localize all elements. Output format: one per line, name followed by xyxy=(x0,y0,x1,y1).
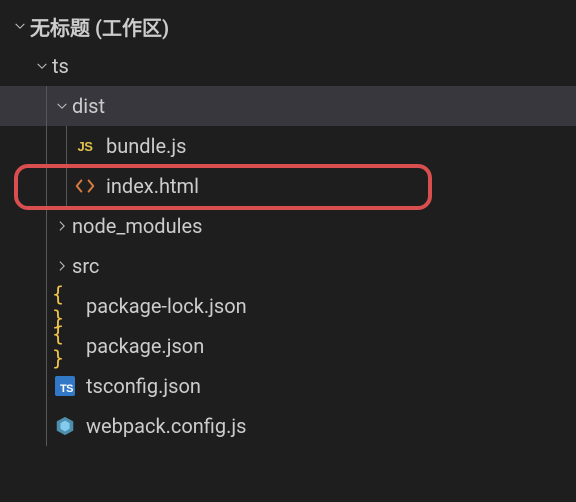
indent-guide xyxy=(46,366,47,406)
folder-dist[interactable]: dist xyxy=(0,86,576,126)
indent-guide xyxy=(46,286,47,326)
folder-src[interactable]: src xyxy=(0,246,576,286)
folder-ts[interactable]: ts xyxy=(0,46,576,86)
chevron-down-icon xyxy=(10,16,30,36)
file-package-lock-json[interactable]: { } package-lock.json xyxy=(0,286,576,326)
file-tsconfig-json[interactable]: TS tsconfig.json xyxy=(0,366,576,406)
file-explorer-tree: 无标题 (工作区) ts dist JS bundle.js index.htm… xyxy=(0,0,576,446)
chevron-down-icon xyxy=(52,96,72,116)
file-label: index.html xyxy=(106,174,199,198)
indent-guide xyxy=(46,126,47,166)
typescript-icon: TS xyxy=(52,373,78,399)
indent-guide xyxy=(46,326,47,366)
json-icon: { } xyxy=(52,333,78,359)
file-label: bundle.js xyxy=(106,134,186,158)
indent-guide xyxy=(46,246,47,286)
file-label: webpack.config.js xyxy=(86,414,246,438)
file-webpack-config[interactable]: webpack.config.js xyxy=(0,406,576,446)
indent-guide xyxy=(46,406,47,446)
indent-guide xyxy=(46,166,47,206)
file-package-json[interactable]: { } package.json xyxy=(0,326,576,366)
chevron-right-icon xyxy=(52,216,72,236)
file-label: package-lock.json xyxy=(86,294,247,318)
webpack-icon xyxy=(52,413,78,439)
folder-label: src xyxy=(72,254,99,278)
folder-label: node_modules xyxy=(72,214,202,238)
file-label: package.json xyxy=(86,334,204,358)
chevron-right-icon xyxy=(52,256,72,276)
file-bundle-js[interactable]: JS bundle.js xyxy=(0,126,576,166)
indent-guide xyxy=(46,206,47,246)
file-index-html[interactable]: index.html xyxy=(0,166,576,206)
javascript-icon: JS xyxy=(72,133,98,159)
chevron-down-icon xyxy=(32,56,52,76)
folder-label: dist xyxy=(72,94,105,118)
workspace-root[interactable]: 无标题 (工作区) xyxy=(0,6,576,46)
file-label: tsconfig.json xyxy=(86,374,201,398)
html-icon xyxy=(72,173,98,199)
indent-guide xyxy=(46,86,47,126)
workspace-root-label: 无标题 (工作区) xyxy=(30,12,169,41)
json-icon: { } xyxy=(52,293,78,319)
folder-label: ts xyxy=(52,54,69,78)
folder-node-modules[interactable]: node_modules xyxy=(0,206,576,246)
indent-guide xyxy=(66,126,67,166)
indent-guide xyxy=(66,166,67,206)
